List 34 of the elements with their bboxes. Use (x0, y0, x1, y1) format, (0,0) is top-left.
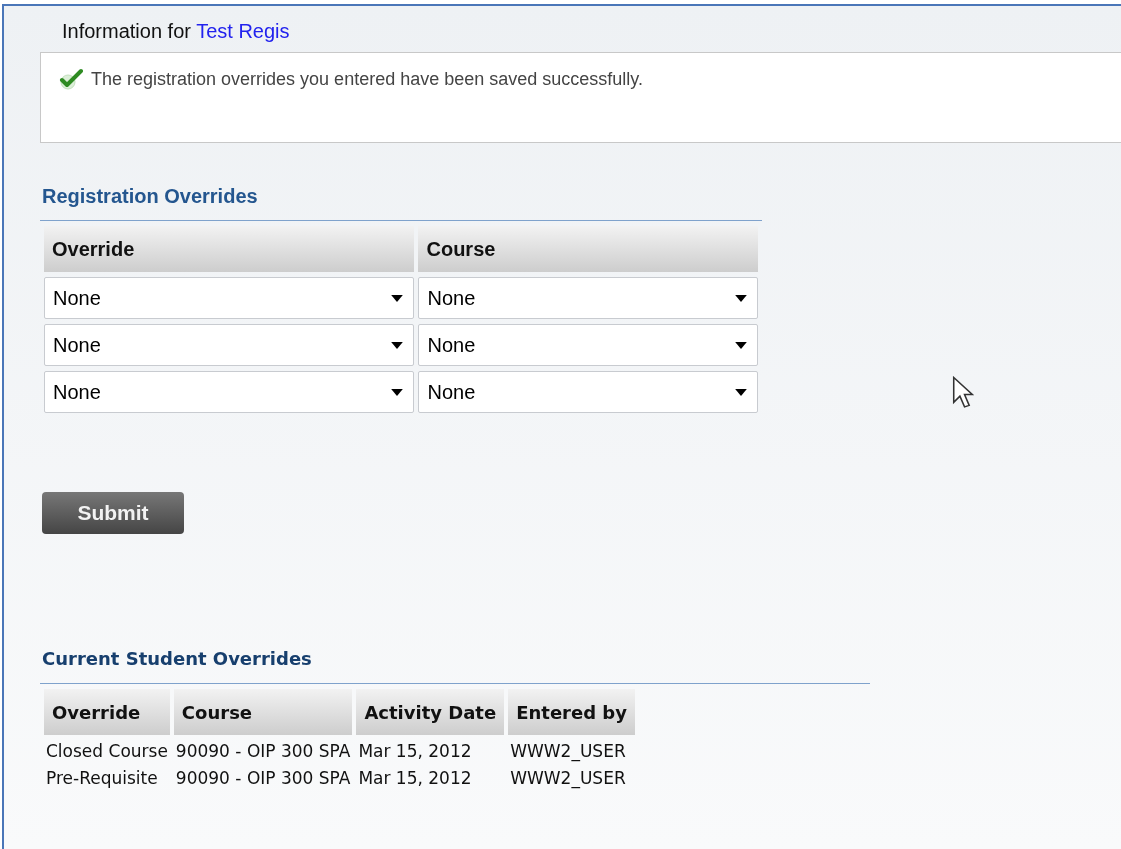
table-cell-text: 90090 - OIP 300 SPA (174, 740, 352, 762)
dropdown[interactable]: None (418, 324, 758, 366)
table-cell-text: 90090 - OIP 300 SPA (174, 767, 352, 789)
column-header: Activity Date (356, 689, 505, 735)
column-header: Course (418, 226, 758, 272)
dropdown[interactable]: None (44, 277, 415, 319)
table-cell-text: Pre-Requisite (45, 767, 159, 789)
column-header: Override (44, 226, 415, 272)
table-cell-text: Mar 15, 2012 (357, 740, 473, 762)
column-header: Override (44, 689, 170, 735)
table-cell-text: WWW2_USER (509, 740, 627, 762)
submit-button[interactable]: Submit (42, 492, 184, 534)
dropdown[interactable]: None (44, 371, 415, 413)
table-cell-text: Closed Course (45, 740, 169, 762)
mouse-cursor-icon (952, 376, 974, 410)
caret-icon (391, 294, 404, 302)
section-title: Registration Overrides (41, 185, 259, 208)
caret-icon (391, 388, 404, 396)
header-label: Information for (62, 20, 192, 42)
section-title: Current Student Overrides (41, 648, 313, 669)
table-cell-text: WWW2_USER (509, 767, 627, 789)
column-header: Entered by (508, 689, 635, 735)
table-cell-text: Mar 15, 2012 (357, 767, 473, 789)
dropdown[interactable]: None (44, 324, 415, 366)
caret-icon (735, 341, 747, 349)
caret-icon (391, 341, 404, 349)
checkmark-icon (59, 67, 83, 91)
caret-icon (735, 294, 747, 302)
student-link[interactable]: Test Regis (196, 20, 290, 42)
caret-icon (735, 388, 747, 396)
success-message: The registration overrides you entered have been saved successfully. (91, 68, 643, 91)
column-header: Course (173, 689, 353, 735)
dropdown[interactable]: None (418, 371, 758, 413)
dropdown[interactable]: None (418, 277, 758, 319)
